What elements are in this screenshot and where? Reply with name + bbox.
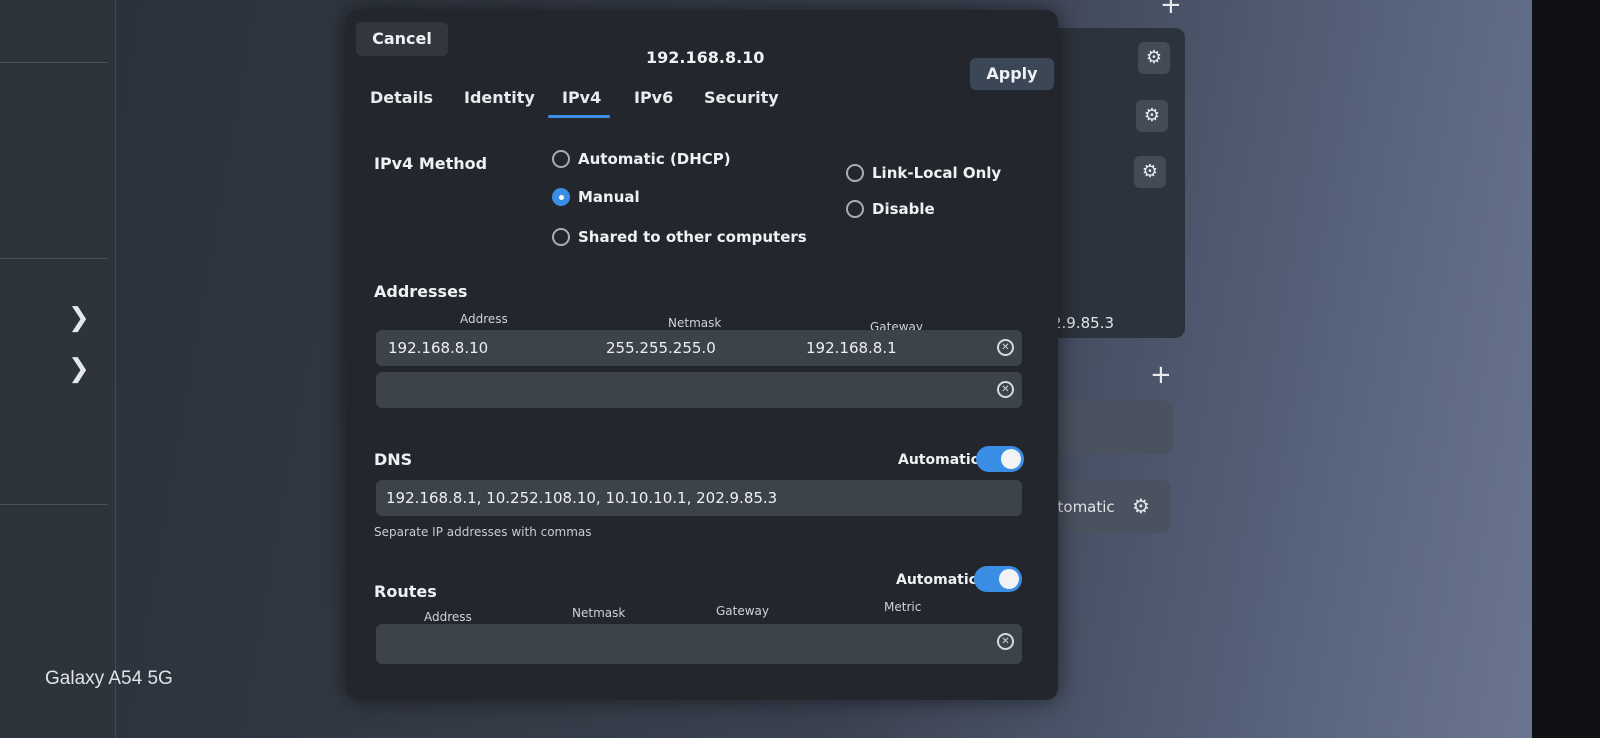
column-header-netmask: Netmask — [668, 316, 722, 330]
routes-label: Routes — [374, 582, 437, 601]
tab-identity[interactable]: Identity — [464, 88, 535, 107]
address-field[interactable]: 192.168.8.10 — [388, 339, 488, 357]
dns-automatic-toggle[interactable] — [976, 446, 1024, 472]
radio-button[interactable] — [846, 164, 864, 182]
tab-details[interactable]: Details — [370, 88, 433, 107]
tab-ipv4[interactable]: IPv4 — [562, 88, 601, 107]
monitor-bezel — [1532, 0, 1600, 738]
chevron-right-icon[interactable]: ❯ — [68, 305, 90, 331]
background-list-item[interactable] — [1040, 400, 1173, 454]
divider — [0, 258, 108, 259]
background-dns-fragment: 2.9.85.3 — [1052, 314, 1115, 332]
radio-label: Automatic (DHCP) — [578, 150, 731, 168]
radio-label: Shared to other computers — [578, 228, 807, 246]
radio-shared[interactable]: Shared to other computers — [552, 228, 807, 246]
gear-icon[interactable]: ⚙ — [1134, 156, 1166, 188]
active-tab-indicator — [548, 115, 610, 118]
tab-ipv6[interactable]: IPv6 — [634, 88, 673, 107]
radio-manual[interactable]: Manual — [552, 188, 640, 206]
radio-button[interactable] — [552, 150, 570, 168]
divider — [0, 62, 108, 63]
divider — [0, 504, 108, 505]
routes-automatic-toggle[interactable] — [974, 566, 1022, 592]
gear-icon[interactable]: ⚙ — [1132, 494, 1150, 518]
dialog-title: 192.168.8.10 — [646, 48, 765, 67]
column-header-address: Address — [460, 312, 508, 326]
dns-value[interactable]: 192.168.8.1, 10.252.108.10, 10.10.10.1, … — [386, 489, 777, 507]
routes-column-address: Address — [424, 610, 472, 624]
tab-security[interactable]: Security — [704, 88, 779, 107]
routes-column-metric: Metric — [884, 600, 922, 614]
addresses-label: Addresses — [374, 282, 468, 301]
plus-icon[interactable]: + — [1150, 360, 1172, 390]
gateway-field[interactable]: 192.168.8.1 — [806, 339, 897, 357]
routes-automatic-label: Automatic — [896, 572, 977, 588]
cancel-button[interactable]: Cancel — [356, 22, 448, 56]
clear-icon[interactable]: ✕ — [997, 633, 1014, 650]
route-row-empty[interactable]: ✕ — [376, 624, 1022, 664]
background-connection-row[interactable]: utomatic ⚙ — [1040, 480, 1171, 533]
plus-icon[interactable]: + — [1160, 0, 1182, 20]
radio-button[interactable] — [552, 228, 570, 246]
address-row-empty[interactable]: ✕ — [376, 372, 1022, 408]
dns-hint: Separate IP addresses with commas — [374, 525, 592, 539]
ipv4-settings-dialog: Cancel 192.168.8.10 Apply Details Identi… — [346, 10, 1058, 700]
chevron-right-icon[interactable]: ❯ — [68, 356, 90, 382]
radio-button-selected[interactable] — [552, 188, 570, 206]
dns-input[interactable]: 192.168.8.1, 10.252.108.10, 10.10.10.1, … — [376, 480, 1022, 516]
clear-icon[interactable]: ✕ — [997, 339, 1014, 356]
background-sidebar: ❯ ❯ — [0, 0, 116, 738]
routes-column-netmask: Netmask — [572, 606, 626, 620]
apply-button[interactable]: Apply — [970, 58, 1054, 90]
gear-icon[interactable]: ⚙ — [1136, 100, 1168, 132]
radio-label: Link-Local Only — [872, 164, 1002, 182]
clear-icon[interactable]: ✕ — [997, 381, 1014, 398]
radio-label: Manual — [578, 188, 640, 206]
dns-automatic-label: Automatic — [898, 452, 979, 468]
radio-disable[interactable]: Disable — [846, 200, 935, 218]
ipv4-method-label: IPv4 Method — [374, 154, 488, 173]
radio-link-local[interactable]: Link-Local Only — [846, 164, 1001, 182]
netmask-field[interactable]: 255.255.255.0 — [606, 339, 716, 357]
camera-watermark: Galaxy A54 5G — [45, 668, 173, 689]
gear-icon[interactable]: ⚙ — [1138, 42, 1170, 74]
radio-label: Disable — [872, 200, 935, 218]
radio-automatic-dhcp[interactable]: Automatic (DHCP) — [552, 150, 731, 168]
dns-label: DNS — [374, 450, 413, 469]
routes-column-gateway: Gateway — [716, 604, 770, 618]
radio-button[interactable] — [846, 200, 864, 218]
background-automatic-fragment: utomatic — [1048, 498, 1115, 516]
address-row[interactable]: 192.168.8.10 255.255.255.0 192.168.8.1 ✕ — [376, 330, 1022, 366]
